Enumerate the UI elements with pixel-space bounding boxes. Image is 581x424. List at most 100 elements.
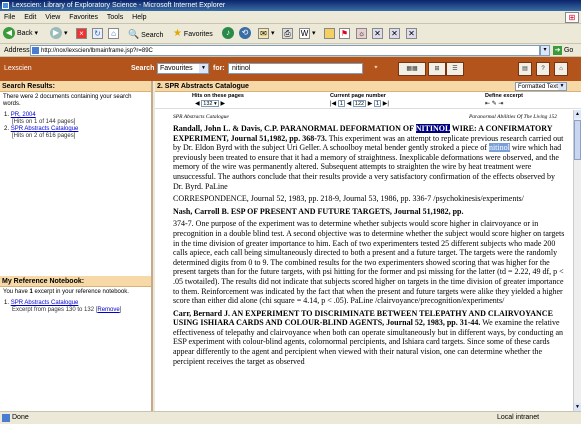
entry-body: 374-7. One purpose of the experiment was… — [173, 219, 565, 306]
history-button[interactable]: ⟲ — [239, 27, 251, 41]
result-link[interactable]: SPR Abstracts Catalogue — [11, 126, 79, 132]
first-page-icon[interactable]: |◀ — [330, 101, 336, 107]
notebook-summary-pre: You have — [3, 289, 30, 295]
mail-button[interactable]: ✉ ▾ — [258, 27, 274, 41]
refresh-button[interactable]: ↻ — [92, 27, 103, 41]
next-hit-icon[interactable]: ▶ — [220, 101, 225, 107]
toolbar-plugin-3[interactable]: ✕ — [372, 27, 383, 41]
excerpt-add-icon[interactable]: ✎ — [492, 101, 497, 107]
print-button[interactable]: ⎙ — [282, 27, 293, 41]
search-scope-value: Favourites — [160, 65, 193, 72]
address-bar: Address http://nox/lexscien/lbmainframe.… — [0, 44, 581, 57]
hits-select[interactable]: 132 ▾ — [201, 100, 219, 107]
notebook-item-link[interactable]: SPR Abstracts Catalogue — [11, 300, 79, 306]
back-arrow-icon: ◀ — [3, 27, 15, 40]
home-icon: ⌂ — [108, 27, 119, 39]
search-results-summary: There were 2 documents containing your s… — [3, 94, 132, 107]
search-icon: 🔍 — [128, 29, 140, 39]
menu-file[interactable]: File — [4, 14, 15, 21]
menu-help[interactable]: Help — [132, 14, 146, 21]
menu-bar: File Edit View Favorites Tools Help — [0, 11, 581, 24]
stop-button[interactable]: × — [76, 27, 87, 41]
document-content: SPR Abstracts Catalogue Paranormal Abili… — [155, 110, 573, 411]
abstract-entry: Nash, Carroll B. ESP OF PRESENT AND FUTU… — [173, 207, 567, 217]
notebook-item-number: 1. — [4, 300, 10, 306]
excerpt-start-icon[interactable]: ⇤ — [485, 101, 490, 107]
menu-view[interactable]: View — [45, 14, 60, 21]
prev-page-icon[interactable]: ◀ — [347, 101, 352, 107]
entry-heading: Randall, John L. & Davis, C.P. PARANORMA… — [173, 124, 416, 133]
star-icon: ★ — [173, 28, 182, 39]
menu-edit[interactable]: Edit — [24, 14, 36, 21]
toolbar-plugin-2[interactable]: ☼ — [356, 27, 367, 41]
home-icon[interactable]: ⌂ — [554, 62, 568, 76]
remove-link[interactable]: Remove — [97, 307, 119, 313]
home-button[interactable]: ⌂ — [108, 27, 119, 41]
toolbar-plugin-4[interactable]: ✕ — [389, 27, 400, 41]
toolbar-plugin-1[interactable]: ⚑ — [339, 27, 350, 41]
document-title: 2. SPR Abstracts Catalogue — [157, 83, 249, 90]
search-hit-highlight: nitinol — [488, 143, 510, 153]
menu-favorites[interactable]: Favorites — [69, 14, 98, 21]
go-button[interactable]: ➔ Go — [553, 45, 579, 56]
forward-button[interactable]: ▶ ▾ — [50, 27, 67, 41]
result-hits: [Hits on 1 of 144 pages] — [12, 119, 76, 125]
abstract-entry: Carr, Bernard J. AN EXPERIMENT TO DISCRI… — [173, 309, 567, 367]
result-link[interactable]: PR, 2004 — [11, 112, 36, 118]
stop-icon: × — [76, 27, 87, 39]
result-number: 1. — [4, 112, 10, 118]
help-icon[interactable]: ? — [536, 62, 550, 76]
view-mode-button-1[interactable]: ▦▦ — [398, 62, 426, 76]
format-select[interactable]: Formatted Text ▼ — [515, 82, 567, 91]
address-label: Address — [4, 47, 30, 54]
scroll-down-icon[interactable]: ▼ — [574, 403, 581, 411]
edit-icon: W — [299, 27, 310, 39]
next-page-icon[interactable]: ▶ — [368, 101, 373, 107]
page-label: Current page number — [330, 93, 386, 99]
current-page-input[interactable]: 122 — [352, 100, 367, 107]
app-header: Lexscien Search Favourites ▼ for: nitino… — [0, 57, 581, 81]
page-start[interactable]: 1 — [337, 100, 345, 107]
prev-hit-icon[interactable]: ◀ — [195, 101, 200, 107]
vertical-scrollbar[interactable]: ▲ ▼ — [573, 110, 581, 411]
search-hit-highlight: NITINOL — [415, 124, 450, 133]
notebook-icon[interactable]: ▤ — [518, 62, 532, 76]
view-mode-button-2[interactable]: ⊞ — [428, 62, 446, 76]
windows-logo-icon: ⊞ — [565, 12, 579, 23]
address-input[interactable]: http://nox/lexscien/lbmainframe.jsp?r=89… — [30, 45, 540, 56]
search-button[interactable]: 🔍 Search — [128, 27, 163, 41]
go-arrow-icon: ➔ — [553, 45, 562, 55]
back-button[interactable]: ◀ Back ▾ — [3, 27, 38, 41]
discuss-button[interactable] — [324, 27, 335, 41]
running-header: SPR Abstracts Catalogue Paranormal Abili… — [173, 113, 567, 124]
binoculars-icon[interactable]: ⌖ — [370, 62, 382, 76]
hits-value: 132 — [203, 101, 213, 107]
favorites-label: Favorites — [183, 31, 213, 38]
chevron-down-icon: ▼ — [199, 64, 208, 73]
abstract-entry: Randall, John L. & Davis, C.P. PARANORMA… — [173, 124, 567, 191]
address-dropdown[interactable]: ▾ — [540, 45, 550, 56]
notebook-item-range: Excerpt from pages 130 to 132 [ — [12, 307, 98, 313]
excerpt-end-icon[interactable]: ⇥ — [498, 101, 503, 107]
scroll-thumb[interactable] — [574, 120, 581, 160]
entry-heading: Nash, Carroll B. ESP OF PRESENT AND FUTU… — [173, 206, 464, 216]
scroll-up-icon[interactable]: ▲ — [574, 110, 581, 118]
search-results-header: Search Results: — [0, 81, 151, 92]
media-button[interactable]: ♪ — [222, 27, 234, 41]
favorites-button[interactable]: ★ Favorites — [173, 27, 213, 41]
toolbar-plugin-5[interactable]: ✕ — [406, 27, 417, 41]
search-query-input[interactable]: nitinol — [228, 63, 363, 74]
edit-button[interactable]: W ▾ — [299, 27, 315, 41]
notebook-item-close: ] — [119, 307, 122, 313]
browser-window: Lexscien: Library of Exploratory Science… — [0, 0, 581, 424]
history-icon: ⟲ — [239, 27, 251, 40]
view-mode-button-3[interactable]: ☰ — [446, 62, 464, 76]
plugin-icon: ✕ — [389, 27, 400, 39]
last-page-icon[interactable]: ▶| — [383, 101, 389, 107]
page-end[interactable]: 1 — [374, 100, 382, 107]
status-bar: Done Local intranet — [0, 411, 581, 424]
search-scope-select[interactable]: Favourites ▼ — [157, 63, 209, 74]
plugin-icon: ⚑ — [339, 27, 350, 39]
menu-tools[interactable]: Tools — [107, 14, 123, 21]
notebook-item: 1. SPR Abstracts Catalogue Excerpt from … — [0, 300, 151, 314]
